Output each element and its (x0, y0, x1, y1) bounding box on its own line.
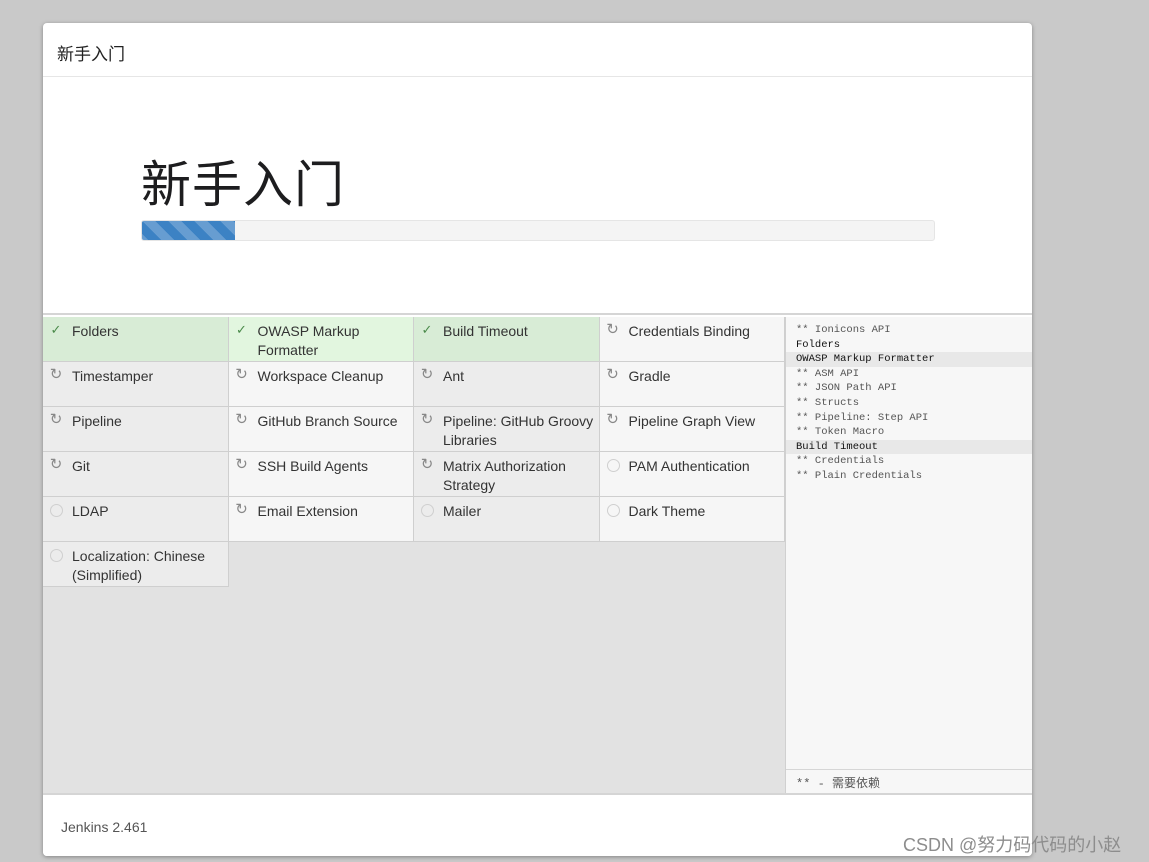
plugin-name: Ant (443, 368, 465, 384)
plugin-item: ✓ Build Timeout (414, 317, 600, 362)
plugin-item: LDAP (43, 497, 229, 542)
plugin-name: SSH Build Agents (257, 458, 369, 474)
dialog-title: 新手入门 (43, 23, 1032, 77)
install-log-lines: ** Ionicons API Folders OWASP Markup Forma… (786, 317, 1032, 484)
log-line: ** Credentials (796, 455, 885, 468)
log-line: ** ASM API (796, 367, 860, 380)
circle-icon (606, 458, 620, 472)
log-line: OWASP Markup Formatter (786, 352, 1032, 367)
plugin-name: Build Timeout (443, 323, 528, 339)
plugin-item: ↻ Timestamper (43, 362, 229, 407)
plugin-name: Pipeline: GitHub Groovy Libraries (443, 413, 594, 448)
plugin-item: ↻ Git (43, 452, 229, 497)
plugin-name: Timestamper (72, 368, 154, 384)
jenkins-version: Jenkins 2.461 (61, 819, 148, 835)
plugin-item: Localization: Chinese (Simplified) (43, 542, 229, 587)
circle-icon (49, 503, 63, 517)
log-line: Build Timeout (786, 439, 1032, 455)
plugin-item: ↻ Credentials Binding (599, 317, 785, 362)
check-icon: ✓ (50, 322, 62, 337)
plugin-item: ↻ Workspace Cleanup (228, 362, 414, 407)
plugin-name: Pipeline (72, 413, 122, 429)
install-content: ✓ Folders ✓ OWASP Markup Formatter ✓ Build Ti… (43, 317, 1032, 793)
refresh-icon: ↻ (49, 456, 63, 473)
plugin-name: Credentials Binding (628, 323, 750, 339)
refresh-icon: ↻ (420, 456, 434, 473)
plugin-item: ↻ SSH Build Agents (228, 452, 414, 497)
check-icon: ✓ (421, 322, 433, 337)
log-line: ** JSON Path API (796, 382, 897, 395)
watermark: CSDN @努力码代码的小赵 (903, 835, 1122, 855)
plugin-name: GitHub Branch Source (257, 413, 398, 429)
plugin-item: ↻ GitHub Branch Source (228, 407, 414, 452)
log-line: ** Structs (796, 396, 860, 409)
refresh-icon: ↻ (606, 411, 619, 428)
refresh-icon: ↻ (235, 366, 248, 383)
log-line: ** Token Macro (796, 426, 885, 439)
plugin-item: ↻ Pipeline: GitHub Groovy Libraries (414, 407, 600, 452)
progress-fill (142, 221, 235, 240)
log-line: ** Ionicons API (796, 324, 891, 336)
plugin-name: Matrix Authorization Strategy (443, 458, 566, 493)
refresh-icon: ↻ (49, 411, 63, 428)
log-footer-legend: ** - 需要依赖 (786, 769, 1032, 793)
circle-icon (49, 548, 63, 562)
setup-wizard-dialog: 新手入门 新手入门 ✓ Folders ✓ OWASP Markup Formatte… (43, 23, 1032, 856)
install-log-panel[interactable]: ** Ionicons API Folders OWASP Markup Forma… (785, 317, 1032, 793)
refresh-icon: ↻ (606, 366, 619, 383)
plugin-name: PAM Authentication (628, 458, 750, 474)
refresh-icon: ↻ (235, 456, 248, 473)
plugin-item: ↻ Pipeline (43, 407, 229, 452)
refresh-icon: ↻ (49, 366, 63, 383)
plugin-name: Workspace Cleanup (257, 368, 384, 384)
plugin-item: ↻ Pipeline Graph View (599, 407, 785, 452)
plugin-item: ↻ Email Extension (228, 497, 414, 542)
plugin-name: Dark Theme (628, 503, 706, 519)
log-line: ** Plain Credentials (796, 469, 923, 482)
plugin-item: ✓ OWASP Markup Formatter (228, 317, 414, 362)
plugin-name: Email Extension (257, 503, 358, 519)
plugin-item: ↻ Gradle (599, 362, 785, 407)
plugin-name: Folders (72, 323, 119, 339)
plugin-name: Gradle (628, 368, 671, 384)
plugin-name: Mailer (443, 503, 482, 519)
plugin-item: ↻ Ant (414, 362, 600, 407)
dialog-footer: Jenkins 2.461 (43, 793, 1032, 856)
plugin-item: PAM Authentication (599, 452, 785, 497)
plugin-name: Localization: Chinese (Simplified) (72, 548, 206, 583)
plugin-name: OWASP Markup Formatter (257, 323, 360, 358)
page-heading: 新手入门 (141, 157, 345, 213)
check-icon: ✓ (236, 322, 247, 337)
refresh-icon: ↻ (606, 321, 619, 338)
plugin-grid-area: ✓ Folders ✓ OWASP Markup Formatter ✓ Build Ti… (43, 317, 785, 793)
refresh-icon: ↻ (235, 411, 248, 428)
plugin-item: ↻ Matrix Authorization Strategy (414, 452, 600, 497)
plugin-item: Mailer (414, 497, 600, 542)
log-line: Folders (796, 338, 841, 351)
install-progress-bar (141, 220, 935, 241)
circle-icon (420, 503, 434, 517)
plugin-name: Pipeline Graph View (628, 413, 756, 429)
plugin-name: Git (72, 458, 90, 474)
refresh-icon: ↻ (235, 501, 248, 518)
refresh-icon: ↻ (420, 411, 434, 428)
plugin-name: LDAP (72, 503, 109, 519)
plugin-item: Dark Theme (599, 497, 785, 542)
jumbotron: 新手入门 (43, 77, 1032, 315)
circle-icon (606, 503, 620, 517)
log-line: ** Pipeline: Step API (796, 411, 929, 424)
refresh-icon: ↻ (420, 366, 434, 383)
plugin-item: ✓ Folders (43, 317, 229, 362)
plugin-grid: ✓ Folders ✓ OWASP Markup Formatter ✓ Build Ti… (43, 317, 785, 587)
